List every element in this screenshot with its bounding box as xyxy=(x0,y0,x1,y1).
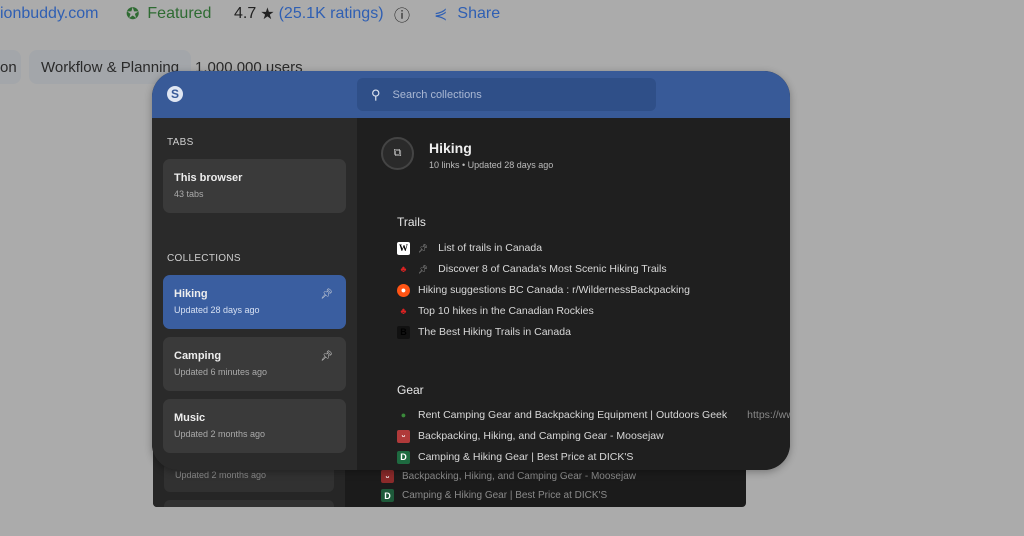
group-title-gear: Gear xyxy=(397,383,424,397)
back-link[interactable]: D Camping & Hiking Gear | Best Price at D… xyxy=(381,489,607,502)
b-icon: B xyxy=(397,325,410,339)
app-logo: S xyxy=(167,86,183,102)
outdoors-geek-icon: ● xyxy=(400,410,407,420)
star-icon: ★ xyxy=(260,6,275,23)
collection-camping[interactable]: Camping Updated 6 minutes ago 📌︎ xyxy=(163,337,346,391)
reddit-icon: ● xyxy=(397,283,410,297)
pin-icon[interactable]: 📌︎ xyxy=(320,351,333,362)
featured-badge: ✪ Featured xyxy=(126,3,211,25)
link-item[interactable]: D Camping & Hiking Gear | Best Price at D… xyxy=(397,450,633,464)
pin-icon[interactable]: 📌︎ xyxy=(418,265,428,274)
collection-detail: ⧉ Hiking 10 links • Updated 28 days ago … xyxy=(357,118,790,470)
featured-label: Featured xyxy=(147,5,212,22)
collections-popup: S ⚲ Search collections TABS This browser 4… xyxy=(152,71,790,470)
award-icon: ✪ xyxy=(126,6,140,23)
collections-heading: COLLECTIONS xyxy=(167,253,241,264)
link-item[interactable]: ● Hiking suggestions BC Canada : r/Wilder… xyxy=(397,283,690,297)
share-label: Share xyxy=(457,5,501,22)
pin-icon[interactable]: 📌︎ xyxy=(418,244,428,253)
dicks-icon: D xyxy=(397,450,410,464)
rating-value: 4.7 xyxy=(234,5,257,22)
ratings-link[interactable]: (25.1K ratings) xyxy=(279,5,384,23)
rating: 4.7 ★ (25.1K ratings) xyxy=(234,3,384,25)
dicks-icon: D xyxy=(381,489,394,502)
search-icon: ⚲ xyxy=(371,86,381,102)
pin-icon[interactable]: 📌︎ xyxy=(320,289,333,300)
copy-icon[interactable]: ⧉ xyxy=(381,137,414,170)
collection-title: Hiking xyxy=(429,140,472,156)
search-input[interactable]: ⚲ Search collections xyxy=(357,78,656,111)
category-chip[interactable]: on xyxy=(0,50,21,84)
back-collection-card[interactable] xyxy=(164,500,334,507)
collection-meta: 10 links • Updated 28 days ago xyxy=(429,160,554,170)
moosejaw-icon: ᵕ xyxy=(397,429,410,443)
share-icon: ⋞ xyxy=(434,6,448,23)
this-browser-card[interactable]: This browser 43 tabs xyxy=(163,159,346,213)
maple-leaf-icon: ♣ xyxy=(400,264,407,274)
search-placeholder: Search collections xyxy=(392,88,482,101)
back-link[interactable]: ᵕ Backpacking, Hiking, and Camping Gear -… xyxy=(381,470,636,483)
sidebar: TABS This browser 43 tabs COLLECTIONS Hik… xyxy=(152,118,357,470)
link-item[interactable]: W 📌︎ List of trails in Canada xyxy=(397,241,542,255)
site-link[interactable]: ionbuddy.com xyxy=(0,3,98,25)
link-item[interactable]: ᵕ Backpacking, Hiking, and Camping Gear -… xyxy=(397,429,664,443)
header: S ⚲ Search collections xyxy=(152,71,790,118)
link-item[interactable]: ● Rent Camping Gear and Backpacking Equip… xyxy=(397,408,790,422)
share-button[interactable]: ⋞ Share xyxy=(434,3,500,25)
maple-leaf-icon: ♣ xyxy=(400,306,407,316)
info-icon[interactable]: ⓘ xyxy=(394,3,410,25)
collection-hiking[interactable]: Hiking Updated 28 days ago 📌︎ xyxy=(163,275,346,329)
link-item[interactable]: ♣ 📌︎ Discover 8 of Canada's Most Scenic Hi… xyxy=(397,262,667,276)
collection-music[interactable]: Music Updated 2 months ago xyxy=(163,399,346,453)
tabs-heading: TABS xyxy=(167,137,194,148)
link-item[interactable]: B The Best Hiking Trails in Canada xyxy=(397,325,571,339)
moosejaw-icon: ᵕ xyxy=(381,470,394,483)
wikipedia-icon: W xyxy=(397,241,410,255)
link-item[interactable]: ♣ Top 10 hikes in the Canadian Rockies xyxy=(397,304,594,318)
group-title-trails: Trails xyxy=(397,215,426,229)
